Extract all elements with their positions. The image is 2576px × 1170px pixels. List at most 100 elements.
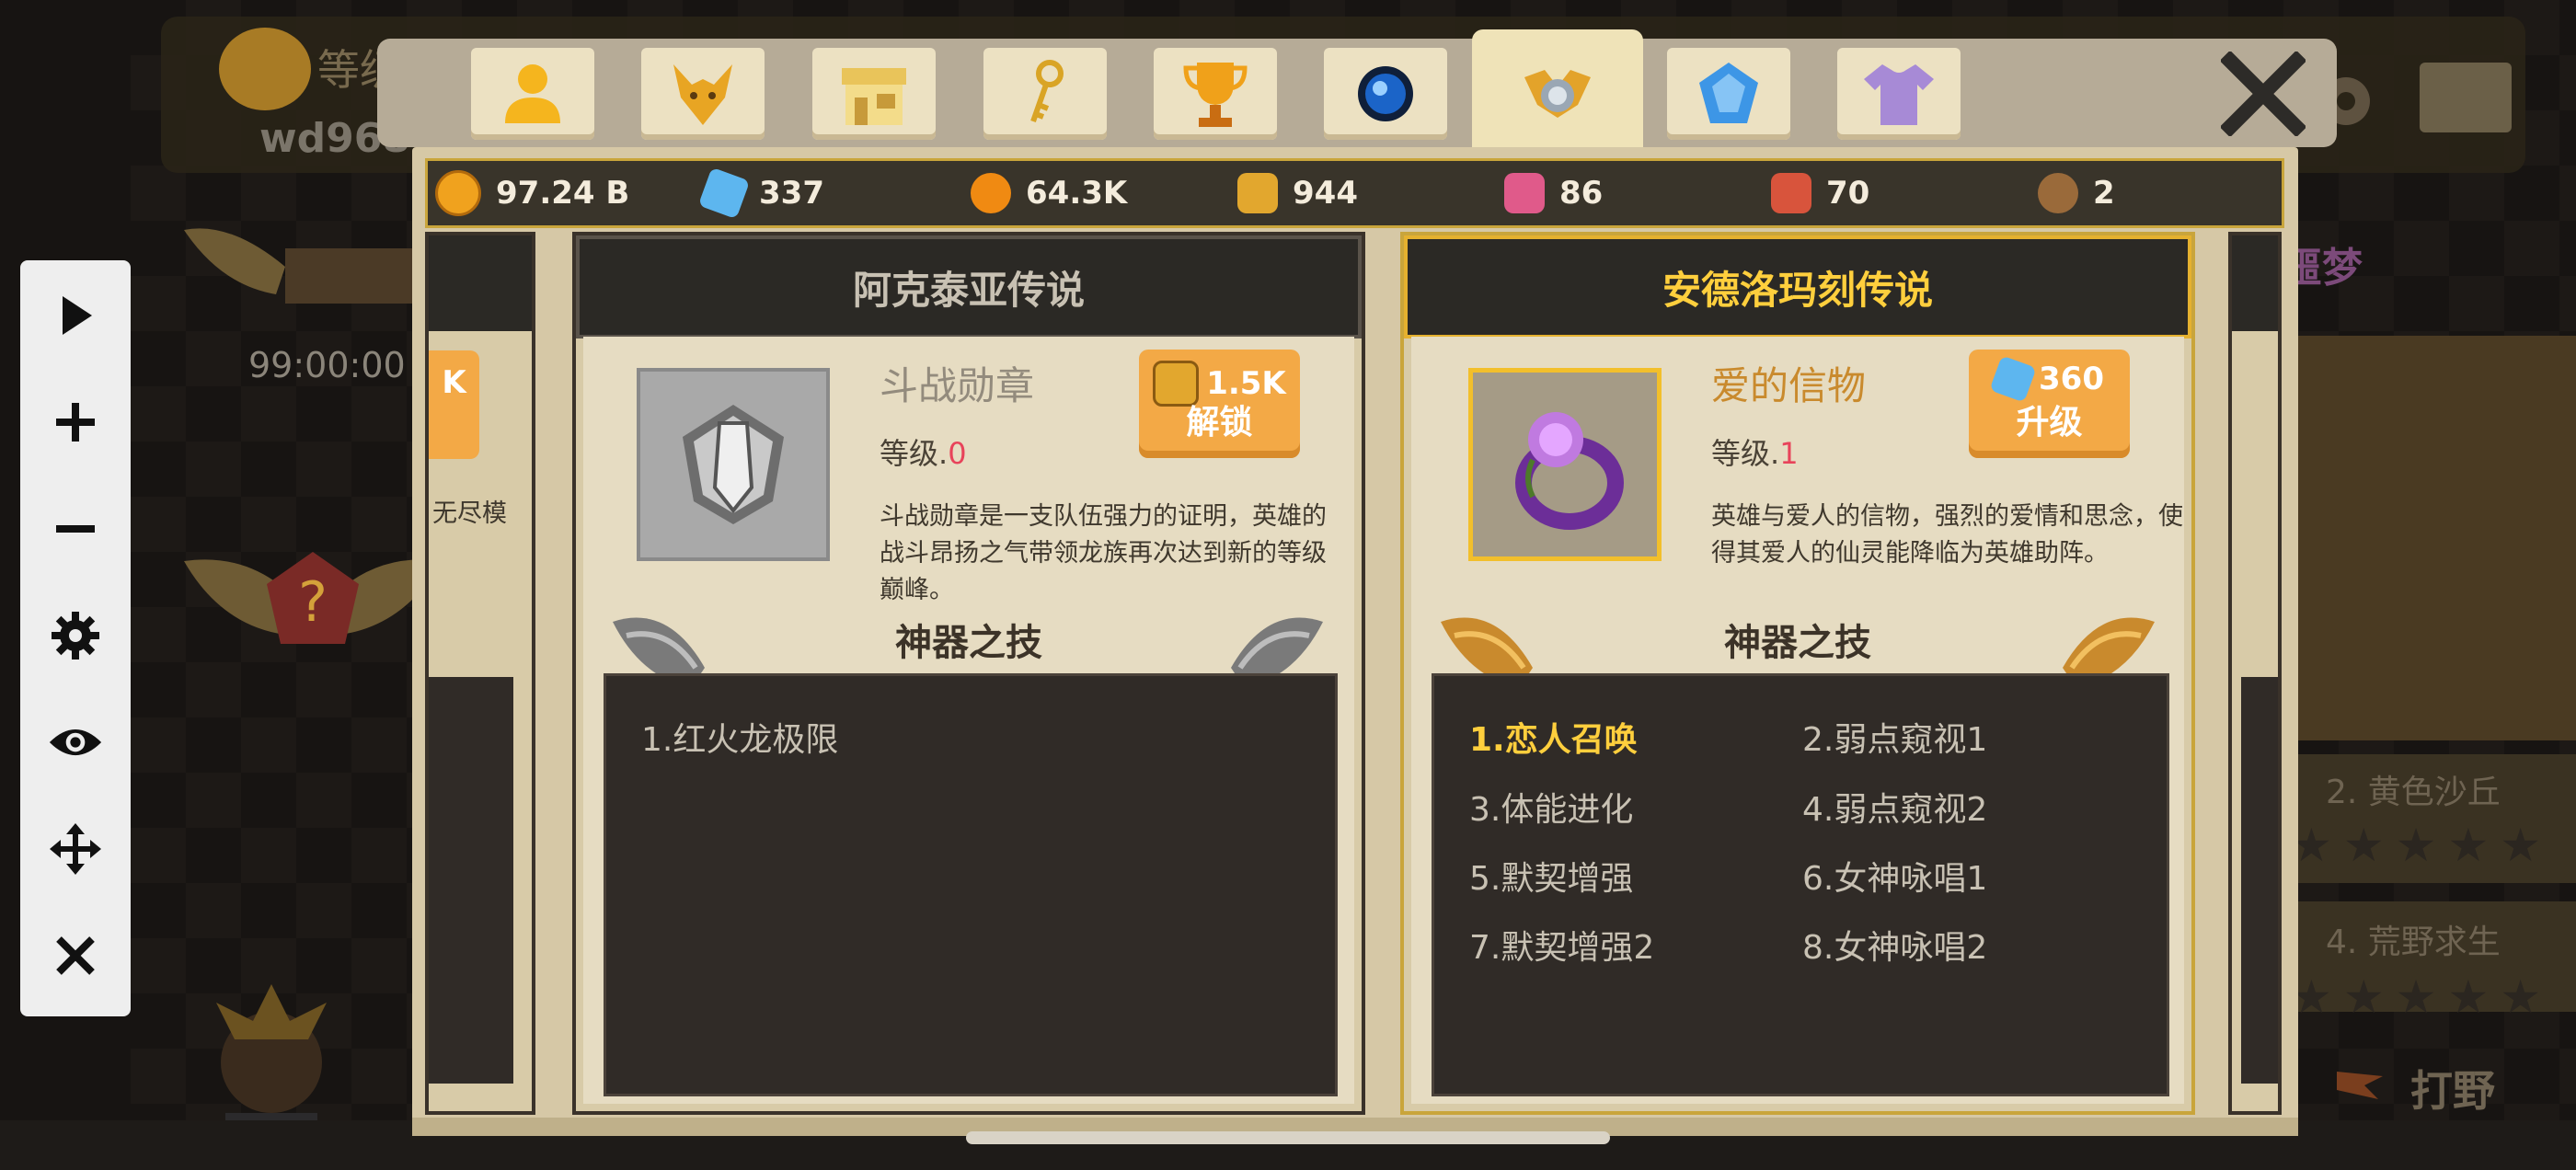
resource-bar: 97.24 B 337 64.3K 944 86 70 2 xyxy=(425,158,2284,228)
tab-hero[interactable] xyxy=(471,48,594,140)
tab-orb[interactable] xyxy=(1324,48,1447,140)
resource-gold: 97.24 B xyxy=(435,161,629,225)
item-description: 英雄与爱人的信物，强烈的爱情和思念，使得其爱人的仙灵能降临为英雄助阵。 xyxy=(1711,502,2183,568)
star-rating: ★★★★★ xyxy=(2291,819,2553,872)
item-level: 等级.0 xyxy=(880,430,967,473)
mystery-emblem-icon: ? xyxy=(184,552,442,644)
item-name: 爱的信物 xyxy=(1711,363,1867,408)
zoom-out-button[interactable] xyxy=(48,501,103,556)
dragon-head-icon xyxy=(673,64,732,125)
resource-diamond-value: 337 xyxy=(759,175,824,212)
level-value: 0 xyxy=(948,436,967,471)
tab-outfit[interactable] xyxy=(1837,48,1961,140)
resource-gold-value: 97.24 B xyxy=(496,175,630,212)
mail-icon xyxy=(2420,63,2512,132)
red-puzzle-icon xyxy=(1771,173,1811,213)
dragon-emblem-icon xyxy=(216,984,327,1136)
floating-toolbar xyxy=(20,260,131,1016)
skill-item[interactable]: 4.弱点窥视2 xyxy=(1802,783,1987,831)
tab-shop[interactable] xyxy=(812,48,936,140)
unlock-label: 解锁 xyxy=(1186,404,1253,442)
wings-icon xyxy=(184,228,414,304)
orb-icon xyxy=(1358,66,1413,121)
upgrade-cost: 360 xyxy=(2039,361,2104,397)
skills-title: 神器之技 xyxy=(1724,622,1871,664)
skills-list: 1.恋人召唤 2.弱点窥视1 3.体能进化 4.弱点窥视2 5.默契增强 6.女… xyxy=(1432,673,2169,1096)
resource-pink-puzzle: 86 xyxy=(1504,161,1603,225)
card-title: 阿克泰亚传说 xyxy=(576,235,1362,338)
horizontal-scrollbar[interactable] xyxy=(966,1131,1610,1144)
level-label: 等级. xyxy=(880,436,949,471)
avatar xyxy=(219,28,311,110)
resource-puzzle: 944 xyxy=(1237,161,1358,225)
card-title-text: 安德洛玛刻传说 xyxy=(1662,267,1933,313)
diamond-icon xyxy=(697,166,751,220)
skills-list: 1.红火龙极限 xyxy=(604,673,1338,1096)
unlock-button[interactable]: 1.5K 解锁 xyxy=(1139,350,1300,458)
settings-button[interactable] xyxy=(48,608,103,663)
skill-item[interactable]: 7.默契增强2 xyxy=(1469,921,1654,969)
upgrade-button[interactable]: 360 升级 xyxy=(1969,350,2130,458)
artifact-card-andeluoma: 安德洛玛刻传说 爱的信物 等级.1 360 升级 英雄与爱人的信物，强烈的爱情和… xyxy=(1400,232,2195,1115)
tab-artifact[interactable] xyxy=(1472,29,1643,158)
move-button[interactable] xyxy=(48,821,103,877)
tab-gem[interactable] xyxy=(1667,48,1790,140)
medal-item-frame[interactable] xyxy=(637,368,830,561)
background-timer: 99:00:00 xyxy=(248,345,406,385)
artifact-card-akeitaiya: 阿克泰亚传说 斗战勋章 等级.0 1.5K 解锁 斗战勋章是一支队伍强力的证明，… xyxy=(572,232,1365,1115)
skills-title: 神器之技 xyxy=(895,622,1042,664)
puzzle-icon xyxy=(1237,173,1278,213)
tab-dragon[interactable] xyxy=(641,48,765,140)
close-panel-button[interactable] xyxy=(2217,48,2309,140)
visibility-button[interactable] xyxy=(48,715,103,770)
plus-icon xyxy=(56,403,95,442)
skill-item[interactable]: 1.恋人召唤 xyxy=(1469,713,1638,761)
tab-artifact-key[interactable] xyxy=(983,48,1107,140)
partial-desc: 无尽模 xyxy=(432,499,507,528)
field-button-label: 打野 xyxy=(2410,1066,2495,1116)
move-icon xyxy=(50,823,101,875)
trophy-icon xyxy=(1183,63,1248,127)
resource-pink-puzzle-value: 86 xyxy=(1559,175,1604,212)
skill-item[interactable]: 5.默契增强 xyxy=(1469,852,1633,900)
level-value: 1 xyxy=(1779,436,1799,471)
ring-icon xyxy=(1524,70,1591,118)
gear-icon xyxy=(52,612,99,660)
card-title-text: 阿克泰亚传说 xyxy=(852,267,1085,313)
item-description: 斗战勋章是一支队伍强力的证明，英雄的战斗昂扬之气带领龙族再次达到新的等级巅峰。 xyxy=(880,502,1327,604)
resource-orb-value: 64.3K xyxy=(1026,175,1128,212)
tab-trophy[interactable] xyxy=(1154,48,1277,140)
key-icon xyxy=(1030,60,1064,122)
play-icon xyxy=(63,296,92,335)
eye-icon xyxy=(49,728,102,756)
gem-icon xyxy=(1699,63,1758,123)
background-stage-label: 4. 荒野求生 xyxy=(2326,923,2501,961)
artifact-card-partial-right xyxy=(2228,232,2282,1115)
rose-ring-icon xyxy=(1515,412,1624,530)
level-label: 等级. xyxy=(1711,436,1780,471)
skill-item[interactable]: 8.女神咏唱2 xyxy=(1802,921,1987,969)
skill-item[interactable]: 3.体能进化 xyxy=(1469,783,1633,831)
partial-action-button[interactable]: K xyxy=(429,350,479,459)
zoom-in-button[interactable] xyxy=(48,395,103,450)
gold-coin-icon xyxy=(435,170,481,216)
minus-icon xyxy=(56,525,95,533)
skill-item[interactable]: 2.弱点窥视1 xyxy=(1802,713,1987,761)
resource-puzzle-value: 944 xyxy=(1293,175,1358,212)
resource-red-puzzle: 70 xyxy=(1771,161,1869,225)
svg-text:?: ? xyxy=(298,570,328,635)
upgrade-label: 升级 xyxy=(2016,404,2083,442)
shirt-icon xyxy=(1864,64,1934,125)
resource-monkey: 2 xyxy=(2038,161,2115,225)
background-stage-label: 2. 黄色沙丘 xyxy=(2326,774,2501,811)
pink-puzzle-icon xyxy=(1504,173,1545,213)
close-toolbar-button[interactable] xyxy=(48,928,103,983)
shop-icon xyxy=(842,68,906,125)
star-rating: ★★★★★ xyxy=(2291,970,2553,1024)
skill-item[interactable]: 1.红火龙极限 xyxy=(641,713,838,761)
play-button[interactable] xyxy=(48,288,103,343)
skill-item[interactable]: 6.女神咏唱1 xyxy=(1802,852,1987,900)
resource-red-puzzle-value: 70 xyxy=(1826,175,1870,212)
ring-item-frame[interactable] xyxy=(1468,368,1662,561)
flag-icon xyxy=(2337,1072,2383,1099)
